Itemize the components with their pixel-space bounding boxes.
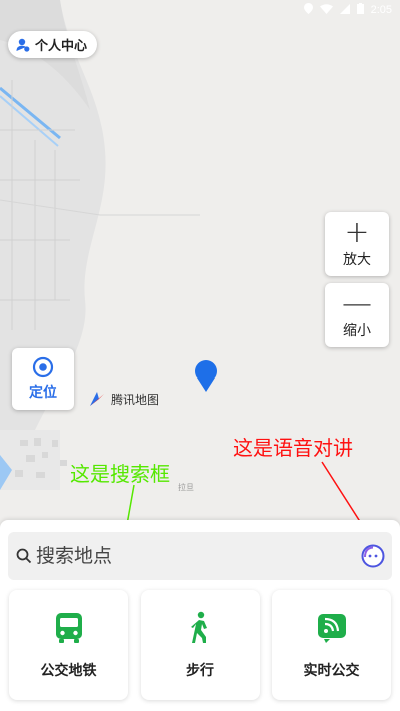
- walk-icon: [191, 611, 207, 643]
- search-icon: [16, 548, 32, 564]
- tile-bus-subway-label: 公交地铁: [40, 663, 97, 679]
- tile-walk[interactable]: 步行: [140, 590, 260, 700]
- search-input[interactable]: [36, 545, 336, 567]
- bottom-panel: 公交地铁 步行 实时公交: [0, 520, 400, 711]
- tile-bus-subway[interactable]: 公交地铁: [9, 590, 128, 700]
- bus-icon: [55, 613, 82, 643]
- tile-realtime-bus-label: 实时公交: [303, 663, 360, 679]
- realtime-bus-icon: [317, 614, 346, 643]
- app-screen: 2:05 个人中心 + 放大 — 缩小 定位 腾讯地图 拉旦 这是搜索框 这是语…: [0, 0, 400, 711]
- search-bar[interactable]: [8, 532, 392, 580]
- voice-intercom-button[interactable]: [360, 543, 386, 569]
- tile-realtime-bus[interactable]: 实时公交: [272, 590, 391, 700]
- quick-actions: 公交地铁 步行 实时公交: [9, 590, 391, 700]
- tile-walk-label: 步行: [186, 663, 214, 679]
